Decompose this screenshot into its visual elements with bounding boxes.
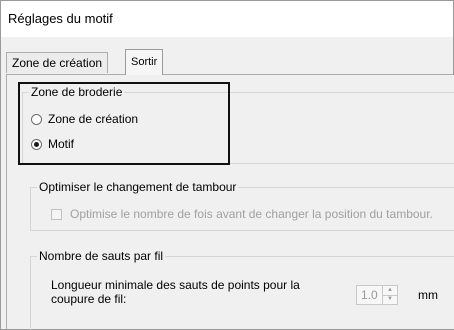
tab-strip: Zone de création Sortir bbox=[1, 49, 453, 75]
dialog-window: Réglages du motif Zone de création Sorti… bbox=[0, 0, 454, 330]
spin-value: 1.0 bbox=[361, 288, 378, 302]
jumps-legend: Nombre de sauts par fil bbox=[37, 249, 166, 263]
hoop-change-legend: Optimiser le changement de tambour bbox=[37, 180, 239, 194]
tab-label: Zone de création bbox=[12, 56, 103, 70]
highlight-annotation-box bbox=[18, 82, 230, 165]
title-bar: Réglages du motif bbox=[1, 1, 453, 37]
optimise-hoop-label: Optimise le nombre de fois avant de chan… bbox=[70, 207, 433, 221]
window-title: Réglages du motif bbox=[8, 11, 113, 26]
min-jump-length-label: Longueur minimale des sauts de points po… bbox=[51, 278, 300, 306]
optimise-hoop-checkbox-row: Optimise le nombre de fois avant de chan… bbox=[51, 207, 433, 221]
tab-zone-de-creation[interactable]: Zone de création bbox=[6, 52, 109, 73]
tab-label: Sortir bbox=[131, 56, 158, 68]
tab-sortir[interactable]: Sortir bbox=[125, 49, 164, 75]
unit-label: mm bbox=[418, 288, 438, 302]
min-jump-length-spinbox[interactable]: 1.0 ▲ ▼ bbox=[356, 285, 398, 305]
arrow-down-icon[interactable]: ▼ bbox=[383, 295, 397, 304]
optimise-hoop-checkbox bbox=[51, 208, 62, 220]
spin-buttons: ▲ ▼ bbox=[382, 286, 397, 304]
